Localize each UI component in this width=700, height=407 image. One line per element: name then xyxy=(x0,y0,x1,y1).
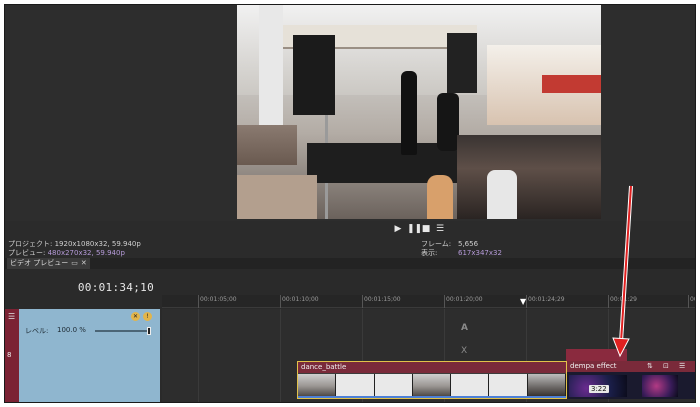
timeline-ruler[interactable]: 00:01:05;00 00:01:10;00 00:01:15;00 00:0… xyxy=(162,295,695,308)
video-preview-panel xyxy=(5,5,695,221)
track-color-stripe: ☰ 8 xyxy=(5,309,19,402)
shop-sign xyxy=(542,75,601,93)
clip-thumbnails xyxy=(298,374,566,398)
tab-window-icon[interactable]: ▭ xyxy=(71,258,78,269)
event-crop-icon[interactable]: ⊡ xyxy=(663,362,669,370)
video-track-header: ☰ 8 ✕ ! レベル: 100.0 % xyxy=(5,309,160,402)
dancer-2 xyxy=(437,93,459,151)
clip-audio-bar xyxy=(298,396,566,398)
project-info: プロジェクト: 1920x1080x32, 59.940p xyxy=(8,240,141,249)
level-label: レベル: xyxy=(25,327,49,335)
track-controls: ✕ ! レベル: 100.0 % xyxy=(19,309,160,402)
video-track-area[interactable]: A X dance_battle dempa effect ⇅ ⊡ ☰ 3:22 xyxy=(162,309,695,402)
vegas-window: ▶ ❚❚ ■ ☰ プロジェクト: 1920x1080x32, 59.940p プ… xyxy=(4,4,696,403)
pause-icon[interactable]: ❚❚ xyxy=(407,224,422,234)
clip-thumbnail xyxy=(298,374,337,398)
timeline-panel: 00:01:34;10 00:01:05;00 00:01:10;00 00:0… xyxy=(5,269,695,402)
stage-floor xyxy=(237,175,317,219)
video-frame xyxy=(237,5,601,219)
clip-thumbnail xyxy=(374,374,413,398)
tab-video-preview[interactable]: ビデオ プレビュー ▭ ✕ xyxy=(7,258,90,269)
timecode-panel: 00:01:34;10 xyxy=(5,275,160,305)
speaker-left xyxy=(293,35,335,115)
effect-region-marker[interactable] xyxy=(566,349,627,361)
project-value: 1920x1080x32, 59.940p xyxy=(54,240,141,248)
display-value: 617x347x32 xyxy=(458,249,502,257)
clip-title: dempa effect xyxy=(567,361,695,372)
preview-value: 480x270x32, 59.940p xyxy=(47,249,125,257)
frame-value: 5,656 xyxy=(458,240,479,248)
level-slider[interactable] xyxy=(95,327,151,335)
playhead-marker-icon[interactable]: ▼ xyxy=(520,298,526,306)
preview-label: プレビュー: xyxy=(8,249,46,257)
clip-thumbnail xyxy=(489,374,528,398)
tab-label: ビデオ プレビュー xyxy=(10,259,69,267)
dancer-1 xyxy=(401,71,417,155)
video-clip-dempa-effect[interactable]: dempa effect ⇅ ⊡ ☰ 3:22 xyxy=(567,361,695,399)
level-value: 100.0 % xyxy=(57,326,86,334)
menu-icon[interactable]: ☰ xyxy=(435,224,445,234)
clip-thumbnail xyxy=(451,374,490,398)
transport-controls: ▶ ❚❚ ■ ☰ xyxy=(393,224,445,234)
project-label: プロジェクト: xyxy=(8,240,53,248)
empty-track-a-label: A xyxy=(461,323,468,333)
track-number: 8 xyxy=(7,351,12,359)
clip-thumbnail xyxy=(527,374,566,398)
display-label: 表示: xyxy=(421,249,438,257)
clip-thumbnail xyxy=(336,374,375,398)
timecode-display[interactable]: 00:01:34;10 xyxy=(78,281,154,294)
preview-res-info: プレビュー: 480x270x32, 59.940p xyxy=(8,249,125,258)
effect-thumbnail xyxy=(642,375,678,397)
dock-tab-bar: ビデオ プレビュー ▭ ✕ xyxy=(5,258,695,269)
crowd-child xyxy=(427,175,453,219)
stop-icon[interactable]: ■ xyxy=(421,224,431,234)
mute-icon[interactable]: ✕ xyxy=(131,312,140,321)
tab-close-icon[interactable]: ✕ xyxy=(81,258,87,269)
crowd-left xyxy=(237,125,297,165)
event-menu-icon[interactable]: ☰ xyxy=(679,362,685,370)
clip-title: dance_battle xyxy=(298,362,566,373)
pillar-left xyxy=(259,5,283,145)
event-fx-icon[interactable]: ⇅ xyxy=(647,362,653,370)
frame-label: フレーム: xyxy=(421,240,452,248)
clip-thumbnail xyxy=(412,374,452,398)
track-menu-icon[interactable]: ☰ xyxy=(8,312,15,321)
empty-track-x-label: X xyxy=(461,346,468,356)
effect-time-badge: 3:22 xyxy=(589,385,609,393)
crowd xyxy=(457,135,601,219)
video-clip-dance-battle[interactable]: dance_battle xyxy=(297,361,567,399)
level-slider-thumb[interactable] xyxy=(147,327,151,335)
solo-icon[interactable]: ! xyxy=(143,312,152,321)
speaker-right xyxy=(447,33,477,93)
crowd-highlight xyxy=(487,170,517,219)
play-icon[interactable]: ▶ xyxy=(393,224,403,234)
preview-info: プロジェクト: 1920x1080x32, 59.940p プレビュー: 480… xyxy=(5,239,695,259)
